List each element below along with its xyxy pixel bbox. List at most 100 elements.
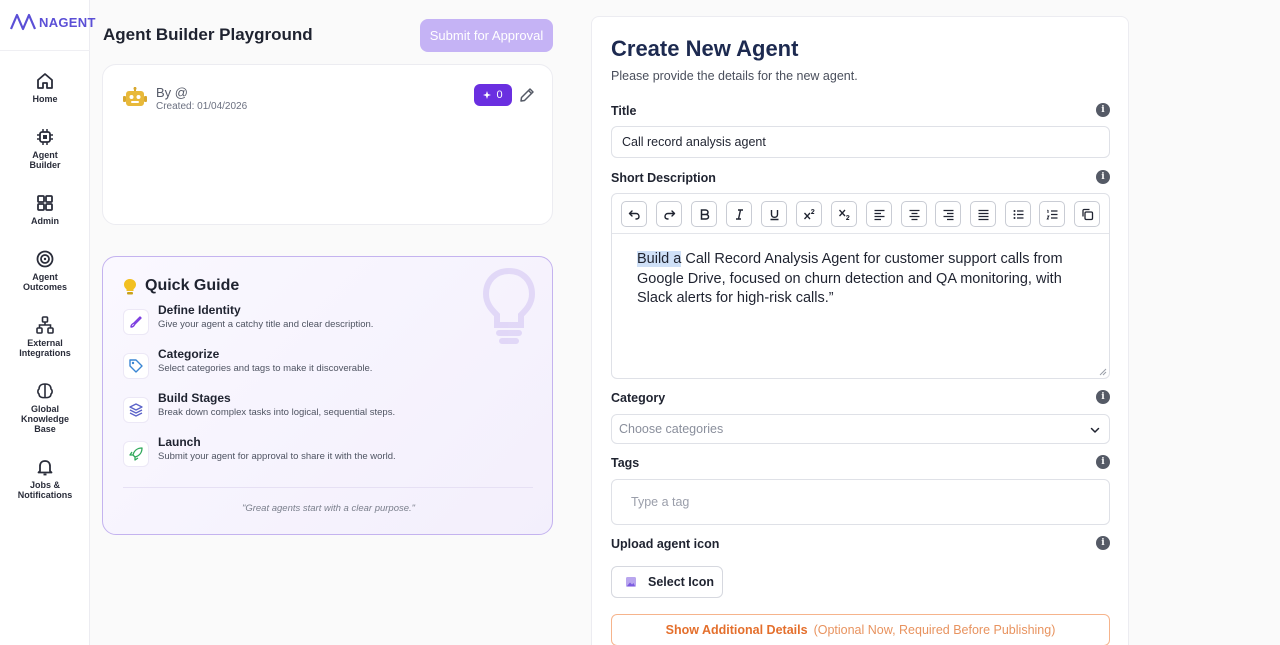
page-title: Agent Builder Playground (103, 25, 313, 44)
submit-for-approval-button[interactable]: Submit for Approval (420, 19, 553, 52)
selected-text: Build a (637, 251, 682, 267)
italic-button[interactable] (726, 201, 752, 227)
info-icon[interactable]: i (1096, 455, 1110, 469)
layers-icon (123, 397, 149, 423)
short-description-editor[interactable]: Build a Call Record Analysis Agent for c… (611, 193, 1110, 379)
underline-icon (770, 209, 778, 220)
step-title: Define Identity (158, 303, 241, 317)
guide-quote: "Great agents start with a clear purpose… (241, 503, 416, 514)
short-description-label: Short Description (611, 171, 716, 185)
tags-input[interactable]: Type a tag (611, 479, 1110, 525)
show-details-note: (Optional Now, Required Before Publishin… (813, 623, 1056, 637)
step-title: Categorize (158, 347, 220, 361)
info-icon[interactable]: i (1096, 390, 1110, 404)
numbered-list-button[interactable] (1039, 201, 1065, 227)
info-icon[interactable]: i (1096, 170, 1110, 184)
pencil-edit-icon[interactable] (518, 86, 536, 104)
sidebar-item-home[interactable]: Home (0, 71, 90, 104)
sidebar-divider (0, 50, 90, 51)
sidebar-item-admin[interactable]: Admin (0, 193, 90, 226)
superscript-icon (803, 208, 815, 219)
rocket-icon (123, 441, 149, 467)
create-agent-form: Create New Agent Please provide the deta… (591, 16, 1129, 645)
integrations-icon (36, 316, 54, 334)
sidebar-item-external-integrations[interactable]: External Integrations (0, 315, 90, 358)
sidebar-item-label: Jobs & Notifications (17, 480, 73, 500)
align-center-button[interactable] (901, 201, 927, 227)
show-additional-details-button[interactable]: Show Additional Details (Optional Now, R… (611, 614, 1110, 645)
select-icon-label: Select Icon (648, 575, 714, 589)
brain-icon (37, 383, 53, 399)
sparkle-icon (483, 91, 492, 99)
undo-icon (628, 209, 640, 220)
sidebar-item-label: Global Knowledge Base (20, 404, 69, 434)
undo-button[interactable] (621, 201, 647, 227)
show-details-label: Show Additional Details (665, 623, 808, 637)
tags-label: Tags (611, 456, 640, 470)
sidebar-item-label: Home (32, 94, 58, 104)
align-justify-icon (978, 209, 988, 220)
step-description: Submit your agent for approval to share … (158, 451, 396, 462)
agent-builder-icon (37, 129, 53, 145)
editor-toolbar (612, 194, 1109, 234)
bullet-list-button[interactable] (1005, 201, 1031, 227)
agent-count-badge[interactable]: 0 (474, 84, 512, 106)
align-left-button[interactable] (866, 201, 892, 227)
nagent-logo-icon (9, 13, 37, 31)
sidebar-item-label: External Integrations (19, 338, 71, 358)
sidebar-item-label: Agent Outcomes (22, 272, 67, 292)
image-icon (626, 577, 636, 587)
agent-preview-card: By @ Created: 01/04/2026 0 (102, 64, 553, 225)
align-right-icon (943, 209, 953, 220)
bell-icon (37, 460, 53, 476)
brush-icon (123, 309, 149, 335)
agent-author: By @ (156, 85, 188, 100)
category-label: Category (611, 391, 666, 405)
brand-name: NAGENT (39, 14, 96, 30)
numbered-list-icon (1045, 209, 1057, 219)
tag-icon (123, 353, 149, 379)
superscript-button[interactable] (796, 201, 822, 227)
robot-icon (123, 87, 147, 106)
redo-button[interactable] (656, 201, 682, 227)
info-icon[interactable]: i (1096, 536, 1110, 550)
home-icon (37, 73, 53, 89)
lightbulb-icon (124, 279, 136, 295)
select-icon-button[interactable]: Select Icon (611, 566, 723, 598)
form-title: Create New Agent (611, 36, 799, 61)
title-label: Title (611, 104, 637, 118)
step-title: Build Stages (158, 391, 231, 405)
badge-count: 0 (496, 89, 503, 101)
step-description: Break down complex tasks into logical, s… (158, 407, 396, 418)
align-center-icon (909, 209, 919, 220)
sidebar-item-label: Admin (31, 216, 59, 226)
upload-agent-icon-label: Upload agent icon (611, 537, 720, 551)
subscript-button[interactable] (831, 201, 857, 227)
bullet-list-icon (1013, 209, 1023, 219)
chevron-down-icon (1090, 427, 1100, 433)
quick-guide-title: Quick Guide (145, 277, 240, 294)
resize-handle-icon[interactable] (1099, 368, 1107, 376)
step-description: Select categories and tags to make it di… (158, 363, 373, 374)
category-select[interactable]: Choose categories (611, 414, 1110, 444)
bold-icon (700, 208, 709, 220)
copy-button[interactable] (1074, 201, 1100, 227)
align-right-button[interactable] (935, 201, 961, 227)
agent-created-date: Created: 01/04/2026 (156, 101, 248, 112)
copy-icon (1081, 208, 1093, 220)
underline-button[interactable] (761, 201, 787, 227)
sidebar-item-global-knowledge-base[interactable]: Global Knowledge Base (0, 381, 90, 434)
sidebar-item-agent-outcomes[interactable]: Agent Outcomes (0, 249, 90, 292)
short-description-text[interactable]: Build a Call Record Analysis Agent for c… (637, 250, 1087, 309)
category-placeholder: Choose categories (619, 422, 724, 436)
bold-button[interactable] (691, 201, 717, 227)
step-title: Launch (158, 435, 201, 449)
info-icon[interactable]: i (1096, 103, 1110, 117)
sidebar-item-jobs-notifications[interactable]: Jobs & Notifications (0, 457, 90, 500)
brand-logo[interactable]: NAGENT (9, 12, 96, 32)
align-justify-button[interactable] (970, 201, 996, 227)
sidebar-item-agent-builder[interactable]: Agent Builder (0, 127, 90, 170)
redo-icon (663, 209, 675, 220)
title-input[interactable]: Call record analysis agent (611, 126, 1110, 158)
italic-icon (735, 208, 743, 220)
